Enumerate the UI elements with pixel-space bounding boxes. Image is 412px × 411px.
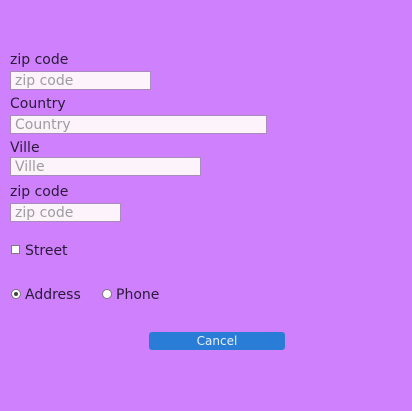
- zip-code-input[interactable]: [10, 71, 151, 90]
- phone-radio[interactable]: [102, 289, 112, 299]
- phone-radio-label: Phone: [116, 287, 160, 303]
- address-radio-label: Address: [25, 287, 81, 303]
- ville-label: Ville: [10, 140, 40, 156]
- street-checkbox[interactable]: [11, 245, 20, 254]
- country-label: Country: [10, 96, 66, 112]
- street-label: Street: [25, 243, 68, 259]
- zip-code-label-2: zip code: [10, 184, 69, 200]
- zip-code-input-2[interactable]: [10, 203, 121, 222]
- cancel-button[interactable]: Cancel: [149, 332, 285, 350]
- ville-input[interactable]: [10, 157, 201, 176]
- zip-code-label: zip code: [10, 52, 69, 68]
- country-input[interactable]: [10, 115, 267, 134]
- address-radio[interactable]: [11, 289, 21, 299]
